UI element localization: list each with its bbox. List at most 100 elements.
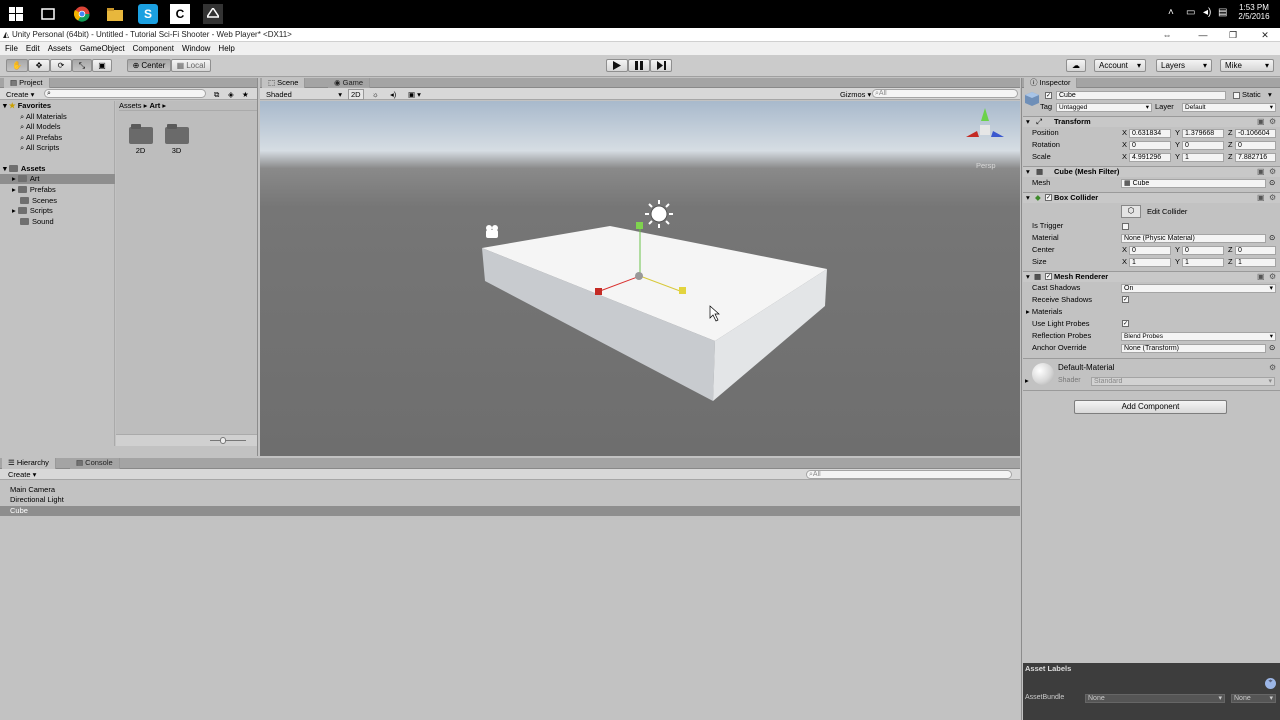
favorite-item[interactable]: ⌕ All Materials [20, 112, 67, 122]
shading-mode-dropdown[interactable]: Shaded ▾ [266, 90, 342, 99]
position-x-input[interactable]: 0.631834 [1129, 129, 1171, 138]
move-tool-icon[interactable]: ✥ [28, 59, 50, 72]
breadcrumb-root[interactable]: Assets [119, 101, 142, 110]
hierarchy-item-cube[interactable]: Cube [0, 506, 1020, 516]
size-z-input[interactable]: 1 [1235, 258, 1276, 267]
hand-tool-icon[interactable]: ✋ [6, 59, 28, 72]
folder-tile-3d[interactable]: 3D [164, 124, 189, 155]
project-create-button[interactable]: Create ▾ [6, 90, 34, 99]
system-clock[interactable]: 1:53 PM 2/5/2016 [1236, 3, 1272, 21]
static-checkbox[interactable] [1233, 92, 1240, 99]
persp-label[interactable]: Persp [976, 161, 996, 170]
chrome-icon[interactable] [72, 4, 92, 24]
gear-icon[interactable]: ⚙ [1269, 272, 1276, 281]
scale-z-input[interactable]: 7.882716 [1235, 153, 1276, 162]
add-component-button[interactable]: Add Component [1074, 400, 1227, 414]
help-icon[interactable]: ▣ [1257, 193, 1265, 202]
scale-x-input[interactable]: 4.991296 [1129, 153, 1171, 162]
x-axis-cap[interactable] [595, 288, 602, 295]
network-icon[interactable]: ▭ [1186, 7, 1195, 18]
rotation-x-input[interactable]: 0 [1129, 141, 1171, 150]
tab-project[interactable]: ▤ Project [4, 78, 50, 88]
scale-y-input[interactable]: 1 [1182, 153, 1224, 162]
layout-dropdown[interactable]: Mike ▾ [1220, 59, 1274, 72]
transform-header[interactable]: ▾ ⤢ Transform ▣ ⚙ [1023, 116, 1280, 127]
menu-gameobject[interactable]: GameObject [80, 42, 125, 55]
shader-dropdown[interactable]: Standard ▾ [1091, 377, 1275, 386]
static-dropdown-arrow-icon[interactable]: ▾ [1268, 90, 1272, 100]
tab-hierarchy[interactable]: ☰ Hierarchy [2, 458, 56, 469]
zoom-slider-track[interactable] [210, 440, 246, 441]
asset-bundle-variant-dropdown[interactable]: None ▾ [1231, 694, 1276, 703]
file-explorer-icon[interactable] [105, 4, 125, 24]
maximize-button[interactable]: ❐ [1218, 28, 1248, 42]
menu-window[interactable]: Window [182, 42, 210, 55]
materials-foldout[interactable]: ▸ Materials [1026, 307, 1062, 317]
anchor-override-field[interactable]: None (Transform) [1121, 344, 1266, 353]
menu-edit[interactable]: Edit [26, 42, 40, 55]
effects-toggle-icon[interactable]: ▣ ▾ [408, 90, 421, 99]
tab-game[interactable]: ◉ Game [328, 78, 371, 88]
hierarchy-search-input[interactable]: ⌕All [806, 470, 1012, 479]
pause-button[interactable] [628, 59, 650, 72]
filter-type-icon[interactable]: ⧉ [214, 90, 219, 100]
hierarchy-item-directional-light[interactable]: Directional Light [10, 495, 64, 505]
mesh-renderer-enabled-checkbox[interactable]: ✓ [1045, 273, 1052, 280]
favorite-star-icon[interactable]: ★ [242, 90, 249, 99]
zoom-slider-thumb[interactable] [220, 437, 226, 444]
physic-material-field[interactable]: None (Physic Material) [1121, 234, 1266, 243]
assets-header[interactable]: ▾ Assets [3, 164, 45, 174]
gear-icon[interactable]: ⚙ [1269, 363, 1276, 372]
hierarchy-item-main-camera[interactable]: Main Camera [10, 485, 55, 495]
rect-tool-icon[interactable]: ▣ [92, 59, 112, 72]
tab-inspector[interactable]: ⓘ Inspector [1024, 78, 1078, 88]
receive-shadows-checkbox[interactable]: ✓ [1122, 296, 1129, 303]
scene-search-input[interactable]: ⌕All [872, 89, 1018, 98]
asset-bundle-dropdown[interactable]: None ▾ [1085, 694, 1225, 703]
camtasia-icon[interactable]: C [170, 4, 190, 24]
minimize-button[interactable]: — [1188, 28, 1218, 42]
size-x-input[interactable]: 1 [1129, 258, 1171, 267]
camera-gizmo[interactable] [486, 225, 498, 238]
menu-component[interactable]: Component [133, 42, 174, 55]
audio-toggle-icon[interactable]: ◂) [390, 90, 396, 99]
gizmos-dropdown[interactable]: Gizmos ▾ [840, 90, 871, 99]
account-dropdown[interactable]: Account ▾ [1094, 59, 1146, 72]
edit-collider-button[interactable]: ⬡ [1121, 205, 1141, 218]
gear-icon[interactable]: ⚙ [1269, 117, 1276, 126]
object-active-checkbox[interactable]: ✓ [1045, 92, 1052, 99]
rotation-y-input[interactable]: 0 [1182, 141, 1224, 150]
reflection-probes-dropdown[interactable]: Blend Probes ▾ [1121, 332, 1276, 341]
z-axis-cap[interactable] [679, 287, 686, 294]
label-tag-icon[interactable]: ⌖ [1265, 678, 1276, 689]
menu-file[interactable]: File [5, 42, 18, 55]
tree-folder-art[interactable]: ▸ Art [0, 174, 115, 184]
tag-dropdown[interactable]: Untagged ▾ [1056, 103, 1152, 112]
rotate-tool-icon[interactable]: ⟳ [50, 59, 72, 72]
help-icon[interactable]: ▣ [1257, 167, 1265, 176]
task-view-icon[interactable] [38, 4, 58, 24]
filter-label-icon[interactable]: ◈ [228, 90, 234, 99]
close-button[interactable]: ✕ [1250, 28, 1280, 42]
scene-viewport[interactable]: Persp [260, 101, 1020, 456]
pivot-center-button[interactable]: ⊕ Center [127, 59, 171, 72]
object-picker-icon[interactable]: ⊙ [1269, 178, 1275, 188]
tree-folder-prefabs[interactable]: ▸ Prefabs [12, 185, 56, 195]
favorites-header[interactable]: ▾ ★ Favorites [3, 101, 51, 111]
step-button[interactable] [650, 59, 672, 72]
use-light-probes-checkbox[interactable]: ✓ [1122, 320, 1129, 327]
mesh-filter-header[interactable]: ▾ ▦ Cube (Mesh Filter) ▣ ⚙ [1023, 166, 1280, 177]
play-button[interactable] [606, 59, 628, 72]
skype-icon[interactable]: S [138, 4, 158, 24]
cast-shadows-dropdown[interactable]: On ▾ [1121, 284, 1276, 293]
menu-help[interactable]: Help [218, 42, 234, 55]
windows-start-icon[interactable] [6, 4, 26, 24]
mesh-renderer-header[interactable]: ▾ ▦ ✓ Mesh Renderer ▣ ⚙ [1023, 271, 1280, 282]
volume-icon[interactable]: ◂) [1203, 7, 1211, 18]
help-icon[interactable]: ▣ [1257, 117, 1265, 126]
gear-icon[interactable]: ⚙ [1269, 167, 1276, 176]
rotation-z-input[interactable]: 0 [1235, 141, 1276, 150]
object-name-input[interactable]: Cube [1056, 91, 1226, 100]
unity-icon[interactable] [203, 4, 223, 24]
center-x-input[interactable]: 0 [1129, 246, 1171, 255]
